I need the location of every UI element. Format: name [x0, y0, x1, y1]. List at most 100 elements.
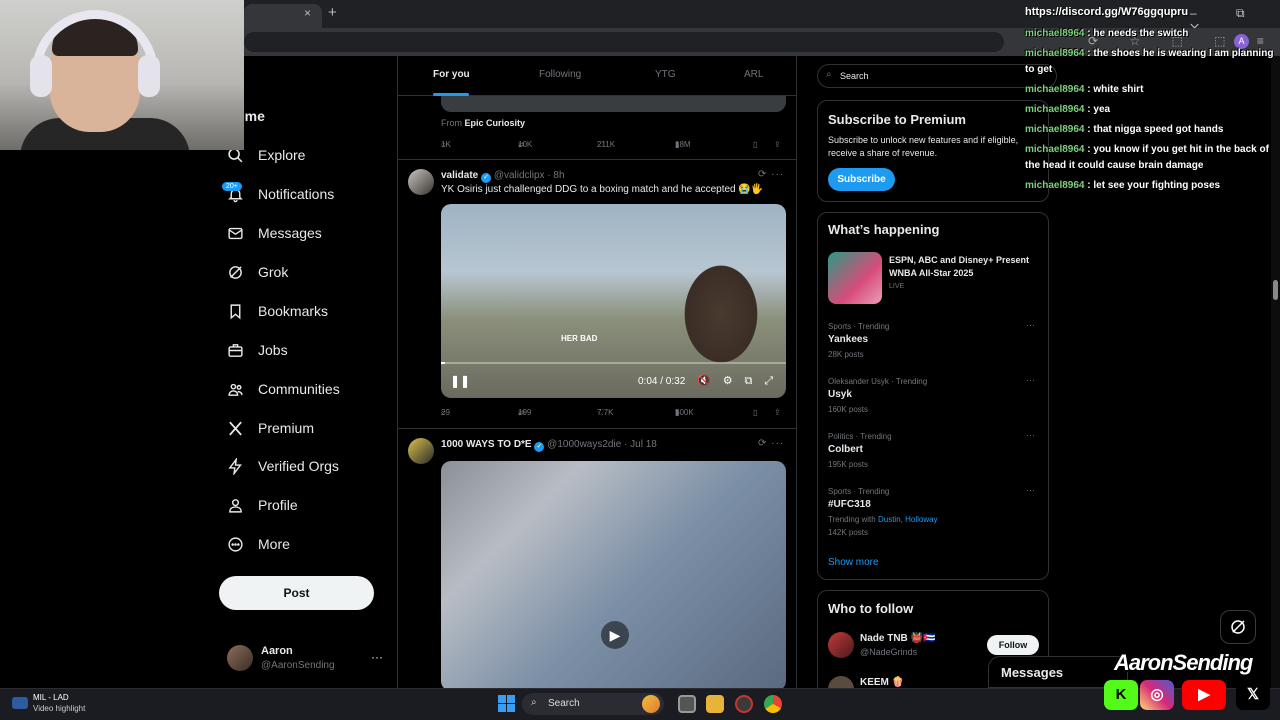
windows-start-icon[interactable]: [498, 695, 516, 713]
kick-icon: K: [1104, 680, 1138, 710]
nav-more[interactable]: More: [226, 535, 290, 553]
task-view-icon[interactable]: [678, 695, 696, 713]
account-name[interactable]: Aaron: [261, 645, 293, 657]
tab-for-you[interactable]: For you: [433, 69, 470, 80]
show-more-link[interactable]: Show more: [828, 557, 879, 568]
widget-app-icon[interactable]: [642, 695, 660, 713]
app-icon[interactable]: [735, 695, 753, 713]
discord-link: https://discord.gg/W76ggqupru: [1025, 6, 1189, 18]
featured-trend-image[interactable]: [828, 252, 882, 304]
new-tab-button[interactable]: +: [328, 4, 337, 21]
tweet-author-handle[interactable]: @1000ways2die · Jul 18: [547, 439, 657, 450]
people-icon: [226, 380, 244, 398]
video-progress-track[interactable]: [441, 362, 786, 364]
account-avatar[interactable]: [227, 645, 253, 671]
suggested-user-name[interactable]: KEEM 🍿: [860, 677, 904, 688]
nav-more-label: More: [258, 536, 290, 552]
trend-category: Oleksander Usyk · Trending: [828, 377, 928, 386]
chat-text: that nigga speed got hands: [1093, 124, 1224, 135]
trending-with-names[interactable]: Dustin, Holloway: [878, 515, 938, 524]
tweet-text: YK Osiris just challenged DDG to a boxin…: [441, 184, 764, 195]
lightning-icon: [226, 457, 244, 475]
grok-floating-button[interactable]: [1220, 610, 1256, 644]
briefcase-icon: [226, 341, 244, 359]
chat-username: michael8964: [1025, 28, 1085, 39]
bookmark-icon[interactable]: ▯: [753, 408, 757, 417]
post-button[interactable]: Post: [219, 576, 374, 610]
tweet-avatar[interactable]: [408, 169, 434, 195]
chat-username: michael8964: [1025, 84, 1085, 95]
suggested-user-handle[interactable]: @NadeGrinds: [860, 647, 917, 657]
suggested-user-name[interactable]: Nade TNB 👹🇨🇺: [860, 633, 935, 644]
tweet-more-icon[interactable]: ⟳ ···: [758, 169, 784, 180]
trend-category: Sports · Trending: [828, 487, 890, 496]
timeline-tabs: For you Following YTG ARL: [398, 56, 796, 96]
from-source-name[interactable]: Epic Curiosity: [465, 118, 526, 128]
nav-communities[interactable]: Communities: [226, 380, 340, 398]
tweet-avatar[interactable]: [408, 438, 434, 464]
trend-more-icon[interactable]: ···: [1026, 485, 1035, 495]
trend-more-icon[interactable]: ···: [1026, 430, 1035, 440]
tweet-author-name[interactable]: 1000 WAYS TO D*E: [441, 439, 532, 450]
featured-trend-title[interactable]: ESPN, ABC and Disney+ Present WNBA All-S…: [889, 254, 1039, 280]
widget-score[interactable]: MIL - LAD: [33, 693, 69, 702]
address-bar[interactable]: [244, 32, 1004, 52]
share-icon[interactable]: ⇪: [774, 408, 781, 417]
previous-tweet-source: From Epic Curiosity: [441, 118, 525, 128]
grok-icon: [1231, 620, 1245, 634]
trend-name[interactable]: Yankees: [828, 334, 868, 345]
subscribe-button[interactable]: Subscribe: [828, 168, 895, 191]
file-explorer-icon[interactable]: [706, 695, 724, 713]
nav-messages[interactable]: Messages: [226, 224, 322, 242]
previous-tweet-actions: ○ 1K ⇄ 10K ♡ 211K ▮ 18M ▯ ⇪: [441, 140, 786, 154]
bookmark-icon[interactable]: ▯: [753, 140, 757, 149]
repost-count: 199: [518, 408, 532, 417]
follow-button[interactable]: Follow: [987, 635, 1039, 655]
trend-post-count: 195K posts: [828, 460, 869, 469]
streamer-brand-logo: AaronSending: [1114, 650, 1253, 675]
trend-more-icon[interactable]: ···: [1026, 320, 1035, 330]
nav-explore-label: Explore: [258, 147, 306, 163]
previous-tweet-media[interactable]: [441, 96, 786, 112]
account-handle[interactable]: @AaronSending: [261, 660, 335, 671]
tweet-video[interactable]: HER BAD ❚❚ 0:04 / 0:32 🔇⚙⧉⤢: [441, 204, 786, 398]
nav-bookmarks-label: Bookmarks: [258, 303, 329, 319]
suggested-user-avatar[interactable]: [828, 632, 854, 658]
nav-bookmarks[interactable]: Bookmarks: [226, 302, 328, 320]
tweet-author-handle[interactable]: @validclipx · 8h: [494, 170, 565, 181]
nav-notifications[interactable]: Notifications: [226, 185, 334, 203]
trend-name[interactable]: Colbert: [828, 444, 863, 455]
share-icon[interactable]: ⇪: [774, 140, 781, 149]
pause-icon[interactable]: ❚❚: [450, 374, 470, 388]
play-icon[interactable]: ▶: [601, 621, 629, 649]
nav-verified-orgs[interactable]: Verified Orgs: [226, 457, 339, 475]
nav-grok[interactable]: Grok: [226, 263, 288, 281]
nav-jobs-label: Jobs: [258, 342, 288, 358]
scrollbar-thumb[interactable]: [1273, 280, 1278, 300]
premium-description: Subscribe to unlock new features and if …: [828, 135, 1019, 158]
trend-name[interactable]: #UFC318: [828, 499, 871, 510]
tab-ytg[interactable]: YTG: [655, 69, 676, 80]
tweet-video[interactable]: ▶: [441, 461, 786, 688]
widget-subtitle[interactable]: Video highlight: [33, 704, 85, 713]
nav-profile[interactable]: Profile: [226, 496, 298, 514]
chrome-icon[interactable]: [764, 695, 782, 713]
trend-more-icon[interactable]: ···: [1026, 375, 1035, 385]
account-more-icon[interactable]: ···: [371, 650, 383, 664]
grok-icon: [226, 263, 244, 281]
nav-jobs[interactable]: Jobs: [226, 341, 288, 359]
tab-arl[interactable]: ARL: [744, 69, 763, 80]
tab-following[interactable]: Following: [539, 69, 581, 80]
bookmark-icon: [226, 302, 244, 320]
search-input[interactable]: Search: [817, 64, 1057, 88]
tab-close-icon[interactable]: ×: [304, 6, 318, 20]
trend-name[interactable]: Usyk: [828, 389, 852, 400]
tweet-author-name[interactable]: validate: [441, 170, 478, 181]
chat-message: michael8964 : white shirt: [1025, 84, 1144, 95]
video-controls-icons[interactable]: 🔇⚙⧉⤢: [697, 374, 785, 388]
sports-widget-icon[interactable]: [12, 697, 28, 709]
tweet-more-icon[interactable]: ⟳ ···: [758, 438, 784, 449]
featured-trend-status: LIVE: [889, 283, 905, 290]
chat-message: michael8964 : he needs the switch: [1025, 28, 1189, 39]
nav-premium[interactable]: Premium: [226, 419, 314, 437]
